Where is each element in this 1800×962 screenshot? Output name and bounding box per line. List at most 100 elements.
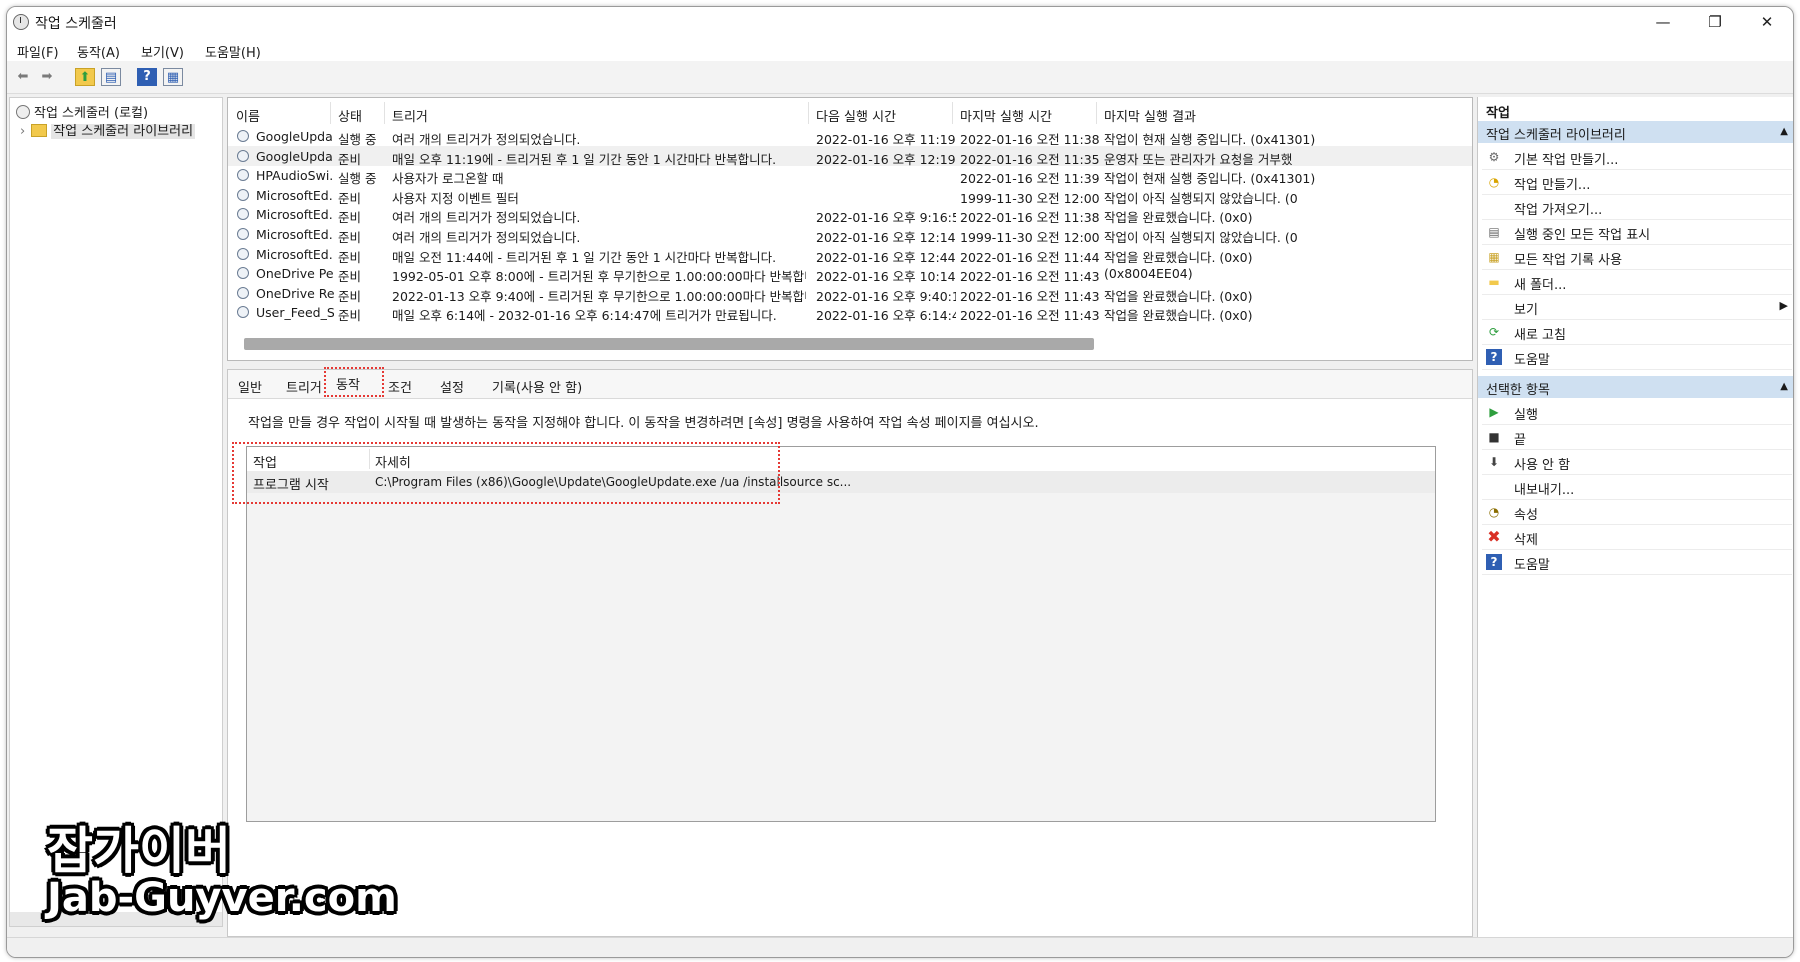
action-item[interactable]: ⟳ 새로 고침 <box>1478 320 1793 344</box>
table-row[interactable]: MicrosoftEd... 준비 여러 개의 트리거가 정의되었습니다. 2022-… <box>228 204 1472 225</box>
cell-status: 준비 <box>338 308 362 324</box>
action-item[interactable]: ▶ 실행 <box>1478 400 1793 424</box>
table-row[interactable]: GoogleUpda...준비매일 오후 11:19에 - 트리거된 후 1 일… <box>228 145 1472 167</box>
table-row[interactable]: OneDrive Pe...준비1992-05-01 오후 8:00에 - 트리… <box>228 263 1472 284</box>
clock-icon <box>16 105 30 119</box>
action-pane-icon[interactable]: ▦ <box>163 68 183 86</box>
column-divider[interactable] <box>952 102 953 124</box>
column-divider[interactable] <box>330 102 331 124</box>
column-next-run[interactable]: 다음 실행 시간 <box>816 106 896 125</box>
tab-triggers[interactable]: 트리거 <box>286 377 326 396</box>
submenu-arrow-icon: ▶ <box>1779 299 1788 312</box>
task-detail-panel: 일반 트리거 동작 조건 설정 기록(사용 안 함) 작업을 만들 경우 작업이… <box>227 367 1473 937</box>
table-row[interactable]: MicrosoftEd... 준비 사용자 지정 이벤트 필터 1999-11-30 … <box>228 185 1472 206</box>
import-task-icon <box>1486 199 1502 215</box>
scrollbar-thumb[interactable] <box>244 338 1094 350</box>
column-name[interactable]: 이름 <box>236 106 260 125</box>
table-row[interactable]: User_Feed_S...준비 매일 오후 6:14에 - 2032-01-16… <box>228 302 1472 324</box>
back-arrow-icon[interactable]: ⬅ <box>13 68 33 86</box>
minimize-button[interactable]: — <box>1637 7 1689 37</box>
column-divider[interactable] <box>384 102 385 124</box>
create-task-icon: ◔ <box>1488 175 1500 189</box>
clock-icon <box>13 14 29 30</box>
action-item[interactable]: ? 도움말 <box>1478 550 1793 574</box>
action-item[interactable]: 내보내기... <box>1478 475 1793 499</box>
action-item[interactable]: ⬇ 사용 안 함 <box>1478 450 1793 474</box>
task-clock-icon <box>237 188 249 201</box>
cell-name: GoogleUpda... <box>256 129 334 144</box>
action-item[interactable]: ? 도움말 <box>1478 345 1793 369</box>
action-item[interactable]: ◔ 작업 만들기... <box>1478 170 1793 194</box>
section-title: 선택한 항목 <box>1486 383 1550 398</box>
collapse-arrow-icon[interactable]: ▲ <box>1780 126 1788 137</box>
close-button[interactable]: ✕ <box>1741 7 1793 37</box>
action-item[interactable]: 작업 가져오기... <box>1478 195 1793 219</box>
help-icon[interactable]: ? <box>137 68 157 86</box>
task-clock-icon <box>237 130 249 142</box>
action-row-highlight <box>232 442 780 504</box>
table-row[interactable]: GoogleUpda...실행 중여러 개의 트리거가 정의되었습니다.2022… <box>228 126 1472 147</box>
list-horizontal-scrollbar[interactable] <box>244 338 1472 350</box>
task-clock-icon <box>237 306 249 319</box>
disable-icon: ⬇ <box>1488 455 1500 469</box>
tree-root[interactable]: 작업 스케줄러 (로컬) <box>16 102 148 121</box>
cell-name: MicrosoftEd... <box>256 227 334 242</box>
column-divider[interactable] <box>1096 102 1097 124</box>
action-item[interactable]: ▦ 모든 작업 기록 사용 <box>1478 245 1793 269</box>
tab-general[interactable]: 일반 <box>238 377 262 396</box>
history-icon: ▦ <box>1488 250 1500 264</box>
center-pane: 이름 상태 트리거 다음 실행 시간 마지막 실행 시간 마지막 실행 결과 G… <box>227 97 1473 937</box>
action-item-label: 모든 작업 기록 사용 <box>1514 253 1623 268</box>
action-item[interactable]: ◔ 속성 <box>1478 500 1793 524</box>
maximize-button[interactable]: ❐ <box>1689 7 1741 37</box>
column-status[interactable]: 상태 <box>338 106 362 125</box>
menu-file[interactable]: 파일(F) <box>17 42 59 61</box>
action-item[interactable]: ▬ 새 폴더... <box>1478 270 1793 294</box>
pane-splitter[interactable] <box>227 361 1473 369</box>
task-clock-icon <box>237 149 249 162</box>
actions-section-header[interactable]: 작업 스케줄러 라이브러리 ▲ <box>1478 121 1793 143</box>
column-trigger[interactable]: 트리거 <box>392 106 428 125</box>
action-item[interactable]: ⚙ 기본 작업 만들기... <box>1478 145 1793 169</box>
table-row[interactable]: MicrosoftEd... 준비 매일 오전 11:44에 - 트리거된 후 1 … <box>228 244 1472 265</box>
menu-help[interactable]: 도움말(H) <box>205 42 261 61</box>
collapse-arrow-icon[interactable]: ▲ <box>1780 381 1788 392</box>
table-row[interactable]: MicrosoftEd... 준비 여러 개의 트리거가 정의되었습니다. 2022-… <box>228 224 1472 245</box>
tab-history[interactable]: 기록(사용 안 함) <box>492 377 582 396</box>
task-list: 이름 상태 트리거 다음 실행 시간 마지막 실행 시간 마지막 실행 결과 G… <box>227 97 1473 361</box>
action-item[interactable]: ✖ 삭제 <box>1478 525 1793 549</box>
console-tree-icon[interactable]: ▤ <box>101 68 121 86</box>
forward-arrow-icon[interactable]: ➡ <box>37 68 57 86</box>
menu-view[interactable]: 보기(V) <box>141 42 184 61</box>
column-last-run[interactable]: 마지막 실행 시간 <box>960 106 1052 125</box>
help-icon: ? <box>1486 554 1502 570</box>
column-last-result[interactable]: 마지막 실행 결과 <box>1104 106 1196 125</box>
action-item[interactable]: 보기 ▶ <box>1478 295 1793 319</box>
actions-pane-title-text: 작업 <box>1486 106 1510 121</box>
tree-root-label: 작업 스케줄러 (로컬) <box>34 106 149 121</box>
tree-library-label: 작업 스케줄러 라이브러리 <box>51 124 196 139</box>
actions-section-header[interactable]: 선택한 항목 ▲ <box>1478 376 1793 398</box>
action-item-label: 도움말 <box>1514 353 1550 368</box>
toolbar: ⬅ ➡ ⬆ ▤ ? ▦ <box>7 61 1793 94</box>
cell-result: (0x8004EE04) <box>1104 266 1193 282</box>
action-item[interactable]: ■ 끝 <box>1478 425 1793 449</box>
title-bar: 작업 스케줄러 — ❐ ✕ <box>7 7 1793 37</box>
table-row[interactable]: OneDrive Re...준비2022-01-13 오후 9:40에 - 트리… <box>228 283 1472 304</box>
menu-action[interactable]: 동작(A) <box>77 42 120 61</box>
task-clock-icon <box>237 228 249 240</box>
chevron-right-icon[interactable]: › <box>20 124 25 139</box>
action-item-label: 사용 안 함 <box>1514 458 1571 473</box>
action-item[interactable]: ▤ 실행 중인 모든 작업 표시 <box>1478 220 1793 244</box>
tab-conditions[interactable]: 조건 <box>388 377 412 396</box>
tab-settings[interactable]: 설정 <box>440 377 464 396</box>
column-divider[interactable] <box>808 102 809 124</box>
table-row[interactable]: HPAudioSwi... 실행 중 사용자가 로그온할 때 2022-01-16 오… <box>228 165 1472 186</box>
folder-clock-icon <box>31 124 48 137</box>
task-list-header: 이름 상태 트리거 다음 실행 시간 마지막 실행 시간 마지막 실행 결과 <box>228 98 1472 126</box>
section-title: 작업 스케줄러 라이브러리 <box>1486 128 1626 143</box>
action-item-label: 새 폴더... <box>1514 278 1567 293</box>
task-scheduler-window: 작업 스케줄러 — ❐ ✕ 파일(F) 동작(A) 보기(V) 도움말(H) ⬅… <box>6 6 1794 958</box>
tree-library[interactable]: › 작업 스케줄러 라이브러리 <box>20 120 196 139</box>
up-folder-icon[interactable]: ⬆ <box>75 68 95 86</box>
